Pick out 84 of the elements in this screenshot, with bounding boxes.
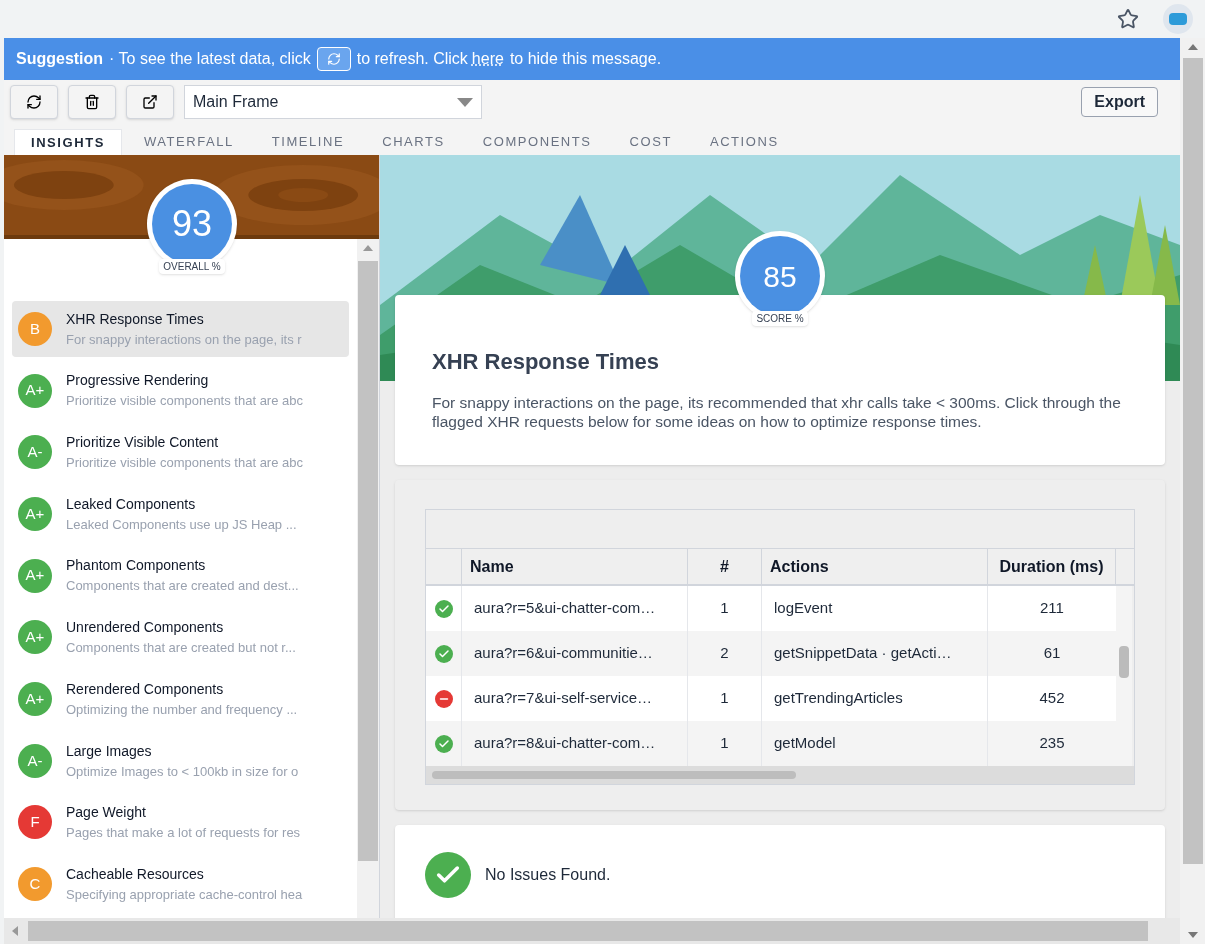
table-cell-text: 211 [1039,598,1065,619]
insight-description: Prioritize visible components that are abc [66,392,303,411]
scroll-left-icon[interactable] [12,926,18,936]
extension-icon[interactable] [1163,4,1193,34]
insight-description: Prioritize visible components that are abc [66,454,303,472]
insight-item[interactable]: A+ Unrendered Components Components that are created but not r... [12,609,349,666]
refresh-icon [26,94,42,110]
scroll-thumb[interactable] [28,921,1148,941]
insight-item[interactable]: B XHR Response Times For snappy interactions on the page, its r [12,301,349,357]
score-label: OVERALL % [159,259,225,274]
insight-description: Optimize Images to < 100kb in size for o [66,762,299,781]
banner-title: Suggestion [16,49,104,69]
refresh-button[interactable] [10,85,58,119]
trash-icon [84,94,100,110]
insight-title: Rerendered Components [66,679,225,699]
insight-title: XHR Response Times [66,309,205,329]
tab[interactable]: WATERFALL [127,129,250,155]
insight-title: Page Weight [66,803,147,823]
scrollbar[interactable] [357,239,379,918]
grade-badge: A+ [18,558,52,593]
grade-badge: A+ [18,496,52,531]
delete-button[interactable] [68,85,116,119]
insight-description: Components that are created and dest... [66,577,299,596]
tab[interactable]: COST [613,129,688,155]
insight-description: Leaked Components use up JS Heap ... [66,515,297,534]
table-cell-text: 452 [1038,688,1066,709]
scroll-thumb[interactable] [432,771,796,779]
grade-badge: A+ [18,682,52,717]
scroll-down-icon[interactable] [1187,932,1198,938]
star-icon[interactable] [1117,8,1139,30]
insight-item[interactable]: F Page Weight Pages that make a lot of requests for res [12,794,349,851]
scroll-up-icon[interactable] [1187,44,1198,50]
caret-icon [457,97,473,107]
insight-item[interactable]: A+ Leaked Components Leaked Components use up JS Heap ... [12,486,349,542]
insight-description: For snappy interactions on the page, its r [66,330,302,349]
insight-description: Pages that make a lot of requests for res [66,824,301,843]
banner-text: to refresh. Click [356,49,468,69]
insight-description: Specifying appropriate cache-control hea [66,885,303,904]
insight-title: Large Images [66,741,153,761]
insight-item[interactable]: A- Prioritize Visible Content Prioritize visible components that are abc [12,424,349,481]
scroll-thumb[interactable] [1119,646,1129,678]
table-cell-text: 235 [1038,733,1066,754]
insight-title: Phantom Components [66,556,207,576]
insight-title: Cacheable Resources [66,864,205,884]
insight-title: Leaked Components [66,494,197,514]
insight-title: Prioritize Visible Content [66,433,220,452]
grade-badge: A+ [18,373,52,408]
frame-select[interactable]: Main Frame [184,85,482,119]
insight-description: Components that are created but not r... [66,639,296,658]
grade-badge: C [18,867,52,902]
tab[interactable]: INSIGHTS [14,129,122,155]
export-button[interactable]: Export [1081,87,1158,117]
insight-item[interactable]: A+ Phantom Components Components that are created and dest... [12,547,349,604]
insight-item[interactable]: C Cacheable Resources Specifying appropriate cache-control hea [12,856,349,913]
tab[interactable]: TIMELINE [255,129,361,155]
grade-badge: A+ [18,620,52,655]
refresh-icon [326,52,341,66]
column-header[interactable]: Actions [762,549,988,584]
score-label: SCORE % [752,311,808,326]
detail-description: For snappy interactions on the page, its recommended that xhr calls take < 300ms. Click through the flagged XHR requests below for some ideas on how to optimize response times. [432,393,1122,431]
grade-badge: A- [18,743,52,778]
insight-title: Unrendered Components [66,618,225,638]
banner-text: to hide this message. [509,49,662,69]
scroll-up-icon[interactable] [363,245,373,251]
insight-title: Progressive Rendering [66,371,210,391]
popout-button[interactable] [126,85,174,119]
column-header[interactable]: Duration (ms) [988,549,1116,584]
grade-badge: F [18,805,52,840]
column-header[interactable]: Name [462,549,688,584]
grade-badge: A- [18,435,52,470]
table-cell-text: 61 [1042,643,1062,664]
insight-description: Optimizing the number and frequency ... [66,700,298,719]
tab[interactable]: ACTIONS [693,129,795,155]
detail-title: XHR Response Times [432,348,660,376]
tab[interactable]: COMPONENTS [466,129,608,155]
tab[interactable]: CHARTS [366,129,461,155]
result-text: No Issues Found. [485,865,611,885]
insight-item[interactable]: A- Large Images Optimize Images to < 100kb in size for o [12,732,349,789]
external-link-icon [142,94,158,110]
column-header[interactable]: # [688,549,762,584]
grade-badge: B [18,311,52,346]
insight-item[interactable]: A+ Rerendered Components Optimizing the number and frequency ... [12,671,349,727]
banner-text: · To see the latest data, click [109,49,311,69]
insight-item[interactable]: A+ Progressive Rendering Prioritize visible components that are abc [12,362,349,419]
